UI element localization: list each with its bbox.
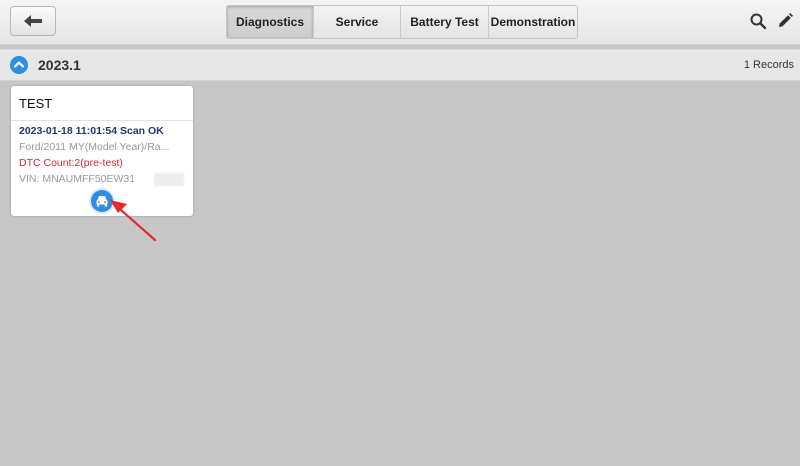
record-date: 2023-01-18 11:01:54 Scan OK <box>19 125 164 137</box>
group-title: 2023.1 <box>38 57 81 73</box>
top-toolbar: Diagnostics Service Battery Test Demonst… <box>0 0 800 45</box>
tab-service[interactable]: Service <box>314 6 401 38</box>
vin-redaction <box>154 173 184 186</box>
record-vehicle: Ford/2011 MY(Model Year)/Ra... <box>19 141 170 153</box>
car-icon <box>96 196 108 207</box>
main-tabs: Diagnostics Service Battery Test Demonst… <box>226 5 578 39</box>
record-card[interactable]: TEST 2023-01-18 11:01:54 Scan OK Ford/20… <box>11 86 193 216</box>
records-count: 1 Records <box>743 59 794 71</box>
search-icon[interactable] <box>749 12 767 30</box>
chevron-up-icon <box>13 61 25 68</box>
tab-diagnostics[interactable]: Diagnostics <box>227 6 314 38</box>
tab-demonstration[interactable]: Demonstration <box>489 6 577 38</box>
back-arrow-icon <box>24 15 42 27</box>
card-divider <box>11 120 193 121</box>
pencil-icon[interactable] <box>776 12 794 30</box>
record-dtc-count: DTC Count:2(pre-test) <box>19 157 123 169</box>
record-group-header: 2023.1 1 Records <box>0 49 800 81</box>
collapse-button[interactable] <box>10 56 28 74</box>
record-title: TEST <box>19 96 53 111</box>
back-button[interactable] <box>10 6 56 36</box>
tab-battery-test[interactable]: Battery Test <box>401 6 489 38</box>
vehicle-button[interactable] <box>91 190 113 212</box>
